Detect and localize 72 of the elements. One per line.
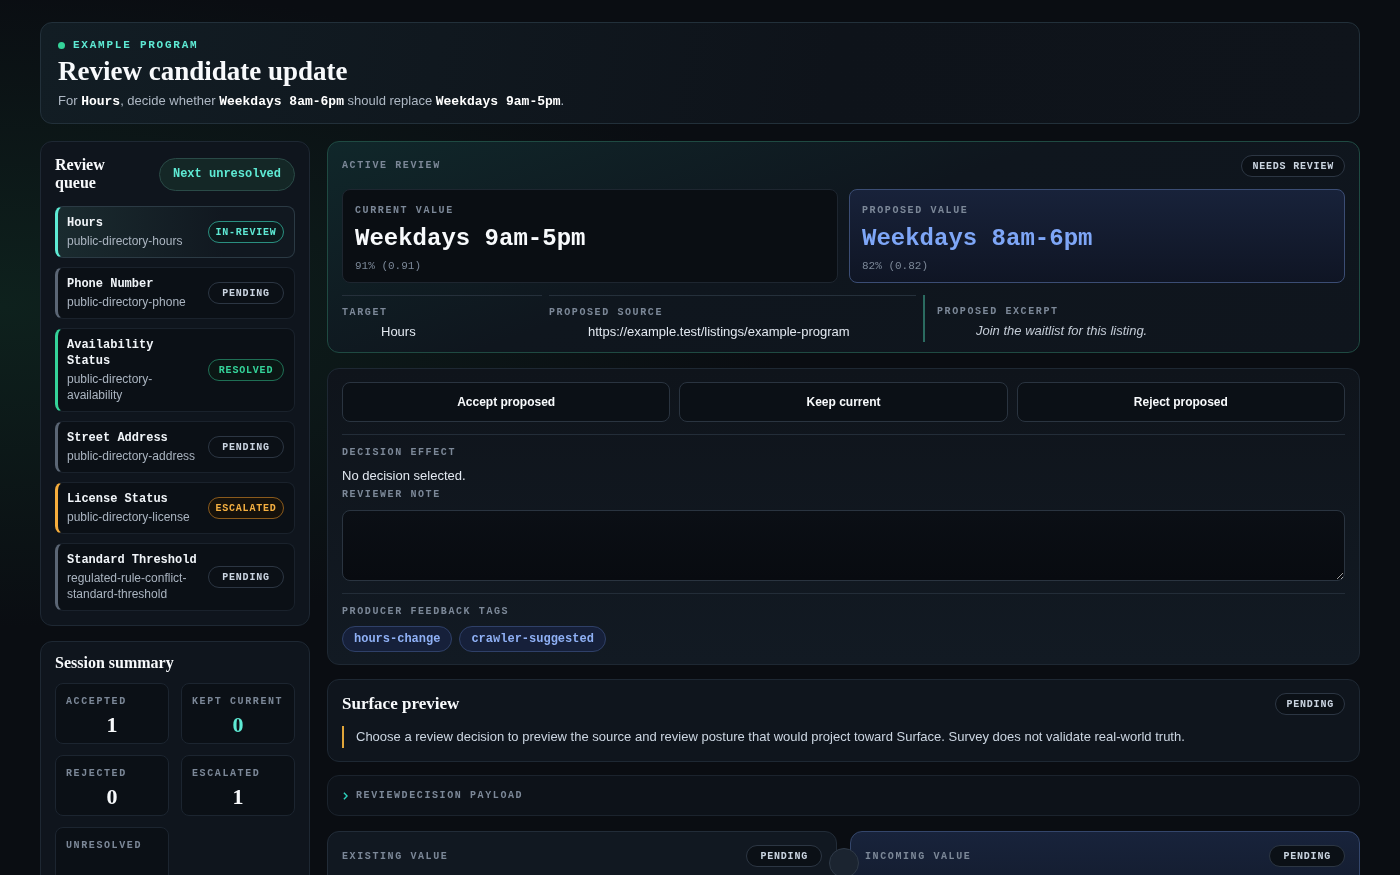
payload-label: REVIEWDECISION PAYLOAD <box>356 789 524 803</box>
queue-item-key: public-directory-address <box>67 448 198 464</box>
decision-effect-text: No decision selected. <box>342 467 467 485</box>
stat-label: REJECTED <box>66 768 128 780</box>
queue-item-title: Street Address <box>67 430 169 446</box>
status-badge: IN-REVIEW <box>208 221 284 243</box>
status-badge: RESOLVED <box>208 359 284 381</box>
queue-item-title: License Status <box>67 491 169 507</box>
stat-label: UNRESOLVED <box>66 840 143 852</box>
queue-item-title: Availability Status <box>67 337 155 369</box>
queue-item[interactable]: Availability Status public-directory-availability RESOLVED <box>55 328 295 412</box>
comparison-label: INCOMING VALUE <box>865 851 972 863</box>
decision-button[interactable]: Keep current <box>679 382 1008 422</box>
status-badge: PENDING <box>208 282 284 304</box>
value-label: PROPOSED VALUE <box>862 205 970 217</box>
status-badge: PENDING <box>208 436 284 458</box>
detail-value: Hours <box>381 323 417 341</box>
stat-value: 0 <box>231 712 245 738</box>
stat-label: ESCALATED <box>192 768 262 780</box>
queue-item-key: public-directory-phone <box>67 294 198 310</box>
queue-item[interactable]: Phone Number public-directory-phone PENDING <box>55 267 295 319</box>
status-badge: PENDING <box>208 566 284 588</box>
value-text: Weekdays 8am-6pm <box>862 224 1094 254</box>
value-label: CURRENT VALUE <box>355 205 455 217</box>
queue-item[interactable]: License Status public-directory-license ESCALATED <box>55 482 295 534</box>
status-badge: PENDING <box>1275 693 1345 715</box>
queue-item-title: Phone Number <box>67 276 155 292</box>
stat-value: 0 <box>105 784 119 810</box>
stat-label: KEPT CURRENT <box>192 696 284 708</box>
status-badge: PENDING <box>1269 845 1345 867</box>
comparison-label: EXISTING VALUE <box>342 851 449 863</box>
page-title: Review candidate update <box>58 55 349 87</box>
page-summary: For Hours, decide whether Weekdays 8am-6pm should replace Weekdays 9am-5pm. <box>58 92 566 111</box>
feedback-tag: hours-change <box>342 626 453 652</box>
queue-item[interactable]: Street Address public-directory-address PENDING <box>55 421 295 473</box>
panel-title: Review queue <box>55 156 106 192</box>
detail-value: Join the waitlist for this listing. <box>976 322 1149 340</box>
status-badge: NEEDS REVIEW <box>1241 155 1345 177</box>
confidence-text: 91% (0.91) <box>355 259 422 273</box>
queue-item-key: public-directory-hours <box>67 233 198 249</box>
stat-value: 1 <box>231 784 245 810</box>
decision-button[interactable]: Accept proposed <box>342 382 671 422</box>
payload-disclosure[interactable]: REVIEWDECISION PAYLOAD <box>327 775 1360 816</box>
status-badge: PENDING <box>746 845 822 867</box>
section-label: ACTIVE REVIEW <box>342 160 441 172</box>
field-label: PRODUCER FEEDBACK TAGS <box>342 606 511 618</box>
queue-item-title: Hours <box>67 215 104 231</box>
value-text: Weekdays 9am-5pm <box>355 224 587 254</box>
preview-note: Choose a review decision to preview the source and review posture that would project toward Surface. Survey does not validate real-world truth. <box>342 726 1345 748</box>
queue-item[interactable]: Hours public-directory-hours IN-REVIEW <box>55 206 295 258</box>
stat-label: ACCEPTED <box>66 696 128 708</box>
queue-item-key: public-directory-availability <box>67 371 198 403</box>
field-label: REVIEWER NOTE <box>342 489 442 501</box>
queue-item[interactable]: Standard Threshold regulated-rule-conflict-standard-threshold PENDING <box>55 543 295 611</box>
stat-value: 1 <box>105 712 119 738</box>
panel-title: Surface preview <box>342 693 460 715</box>
detail-label: PROPOSED EXCERPT <box>937 306 1060 318</box>
feedback-tag: crawler-suggested <box>459 626 606 652</box>
queue-item-key: public-directory-license <box>67 509 198 525</box>
next-unresolved-button[interactable]: Next unresolved <box>158 157 295 191</box>
field-label: DECISION EFFECT <box>342 447 457 459</box>
confidence-text: 82% (0.82) <box>862 259 929 273</box>
status-badge: ESCALATED <box>208 497 284 519</box>
eyebrow-label: EXAMPLE PROGRAM <box>73 39 199 51</box>
detail-label: PROPOSED SOURCE <box>549 307 664 319</box>
queue-item-title: Standard Threshold <box>67 552 198 568</box>
panel-title: Session summary <box>55 653 175 673</box>
reviewer-note-field[interactable] <box>342 510 1345 581</box>
decision-button[interactable]: Reject proposed <box>1016 382 1345 422</box>
detail-value: https://example.test/listings/example-program <box>588 323 851 341</box>
queue-item-key: regulated-rule-conflict-standard-threshold <box>67 570 198 602</box>
detail-label: TARGET <box>342 307 389 319</box>
